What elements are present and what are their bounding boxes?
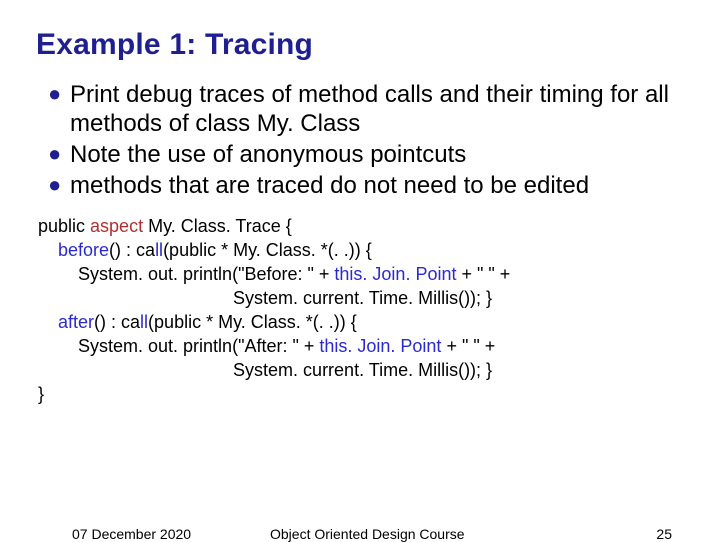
keyword-call: ll bbox=[140, 312, 148, 332]
code-text: () : ca bbox=[109, 240, 155, 260]
bullet-icon: ● bbox=[48, 140, 70, 168]
code-text: (public * My. Class. *(. .)) { bbox=[163, 240, 372, 260]
keyword-after: after bbox=[38, 312, 94, 332]
list-item: ● methods that are traced do not need to… bbox=[48, 171, 684, 200]
list-item: ● Note the use of anonymous pointcuts bbox=[48, 140, 684, 169]
code-text: System. out. println("Before: " + bbox=[38, 264, 334, 284]
bullet-icon: ● bbox=[48, 80, 70, 108]
code-text: + " " + bbox=[456, 264, 510, 284]
bullet-list: ● Print debug traces of method calls and… bbox=[36, 80, 684, 200]
code-text: System. current. Time. Millis()); } bbox=[38, 288, 492, 308]
code-text: My. Class. Trace { bbox=[143, 216, 292, 236]
bullet-text: Print debug traces of method calls and t… bbox=[70, 80, 684, 138]
slide-title: Example 1: Tracing bbox=[36, 28, 684, 62]
keyword-call: ll bbox=[155, 240, 163, 260]
code-text: public bbox=[38, 216, 90, 236]
code-text: (public * My. Class. *(. .)) { bbox=[148, 312, 357, 332]
code-text: + " " + bbox=[441, 336, 495, 356]
code-text: () : ca bbox=[94, 312, 140, 332]
code-text: System. out. println("After: " + bbox=[38, 336, 319, 356]
list-item: ● Print debug traces of method calls and… bbox=[48, 80, 684, 138]
keyword-aspect: aspect bbox=[90, 216, 143, 236]
bullet-icon: ● bbox=[48, 171, 70, 199]
code-text: } bbox=[38, 384, 44, 404]
keyword-before: before bbox=[38, 240, 109, 260]
bullet-text: Note the use of anonymous pointcuts bbox=[70, 140, 466, 169]
code-text: System. current. Time. Millis()); } bbox=[38, 360, 492, 380]
bullet-text: methods that are traced do not need to b… bbox=[70, 171, 589, 200]
keyword-thisjoinpoint: this. Join. Point bbox=[334, 264, 456, 284]
code-block: public aspect My. Class. Trace { before(… bbox=[38, 214, 684, 406]
keyword-thisjoinpoint: this. Join. Point bbox=[319, 336, 441, 356]
